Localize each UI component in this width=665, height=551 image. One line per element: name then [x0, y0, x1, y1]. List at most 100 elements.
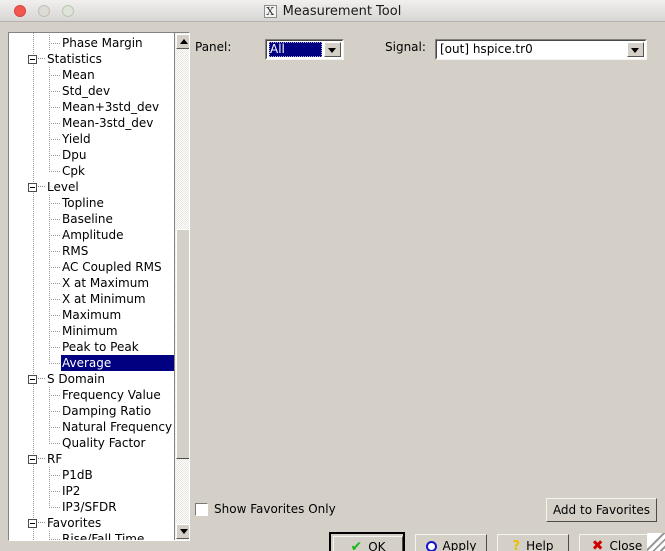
tree-item[interactable]: Average [9, 355, 174, 371]
tree-item[interactable]: IP3/SFDR [9, 499, 174, 515]
tree-item-label: Mean-3std_dev [62, 116, 154, 130]
tree-group-node[interactable]: S Domain [9, 371, 174, 387]
tree-item-label: Maximum [62, 308, 122, 322]
tree-item[interactable]: Baseline [9, 211, 174, 227]
yellow-question-icon: ? [512, 538, 521, 551]
tree-item[interactable]: Minimum [9, 323, 174, 339]
signal-label: Signal: [385, 40, 426, 54]
tree-item[interactable]: X at Minimum [9, 291, 174, 307]
tree-item[interactable]: P1dB [9, 467, 174, 483]
show-favorites-only-checkbox[interactable] [195, 502, 208, 516]
triangle-down-icon [180, 529, 188, 534]
tree-item[interactable]: Topline [9, 195, 174, 211]
measurement-tool-window: X Measurement Tool Phase Margin Statistic… [0, 0, 665, 551]
tree-item-label: Std_dev [62, 84, 111, 98]
tree-connector-line [49, 299, 60, 300]
triangle-up-icon [180, 39, 188, 44]
tree-item[interactable]: Mean+3std_dev [9, 99, 174, 115]
tree-item[interactable]: Frequency Value [9, 387, 174, 403]
tree-vertical-scrollbar[interactable] [174, 33, 189, 540]
tree-collapse-icon[interactable] [28, 183, 37, 192]
help-button[interactable]: ? Help [497, 534, 569, 551]
tree-item[interactable]: Damping Ratio [9, 403, 174, 419]
tree-connector-line [49, 331, 60, 332]
scroll-up-button[interactable] [176, 34, 189, 49]
tree-connector-line [38, 186, 46, 187]
tree-connector-line [49, 163, 50, 171]
close-button[interactable]: ✖ Close [579, 534, 655, 551]
tree-item[interactable]: RMS [9, 243, 174, 259]
tree-item[interactable]: Mean-3std_dev [9, 115, 174, 131]
tree-group-node[interactable]: Statistics [9, 51, 174, 67]
tree-item-label: Quality Factor [62, 436, 146, 450]
tree-item[interactable]: Quality Factor [9, 435, 174, 451]
maximize-window-button[interactable] [62, 5, 74, 17]
tree-item-label: X at Maximum [62, 276, 150, 290]
tree-collapse-icon[interactable] [28, 375, 37, 384]
tree-connector-line [49, 539, 60, 540]
tree-collapse-icon[interactable] [28, 55, 37, 64]
tree-connector-line [49, 315, 60, 316]
tree-item-label: Frequency Value [62, 388, 161, 402]
tree-connector-line [49, 363, 60, 364]
ok-button[interactable]: ✔ OK [333, 536, 403, 551]
tree-item[interactable]: Maximum [9, 307, 174, 323]
tree-connector-line [49, 75, 60, 76]
tree-item[interactable]: Phase Margin [9, 35, 174, 51]
tree-item-label: Topline [62, 196, 104, 210]
tree-collapse-icon[interactable] [28, 455, 37, 464]
panel-field-row: Panel: [195, 40, 231, 54]
green-check-icon: ✔ [350, 539, 363, 551]
tree-item-label: Minimum [62, 324, 118, 338]
tree-connector-line [49, 203, 60, 204]
tree-group-node[interactable]: Favorites [9, 515, 174, 531]
tree-collapse-icon[interactable] [28, 519, 37, 528]
tree-item[interactable]: X at Maximum [9, 275, 174, 291]
tree-connector-line [49, 107, 60, 108]
apply-button[interactable]: Apply [415, 534, 487, 551]
tree-connector-line [49, 435, 50, 443]
tree-item[interactable]: Cpk [9, 163, 174, 179]
tree-item[interactable]: Dpu [9, 147, 174, 163]
tree-item[interactable]: Std_dev [9, 83, 174, 99]
panel-select-chevron-down-icon[interactable] [324, 42, 341, 57]
panel-select[interactable]: All [265, 39, 344, 60]
tree-item-label: Damping Ratio [62, 404, 152, 418]
close-window-button[interactable] [14, 5, 26, 17]
tree-item-label: Average [62, 356, 112, 370]
tree-connector-line [49, 395, 60, 396]
tree-connector-line [49, 139, 60, 140]
panel-select-value: All [270, 42, 285, 56]
tree-item[interactable]: Rise/Fall Time [9, 531, 174, 540]
tree-group-node[interactable]: Level [9, 179, 174, 195]
scrollbar-thumb[interactable] [176, 229, 189, 459]
tree-item[interactable]: Mean [9, 67, 174, 83]
signal-select-chevron-down-icon[interactable] [627, 42, 644, 57]
tree-connector-line [49, 219, 60, 220]
tree-item[interactable]: IP2 [9, 483, 174, 499]
settings-pane: Panel: All Signal: [out] hspice.tr0 [195, 32, 657, 541]
signal-select-value: [out] hspice.tr0 [440, 42, 533, 56]
tree-item[interactable]: Amplitude [9, 227, 174, 243]
tree-connector-line [49, 491, 60, 492]
tree-connector-line [49, 355, 50, 363]
panel-label: Panel: [195, 40, 232, 54]
scroll-down-button[interactable] [176, 524, 189, 539]
tree-item[interactable]: Peak to Peak [9, 339, 174, 355]
tree-item[interactable]: Yield [9, 131, 174, 147]
help-button-label: Help [526, 539, 554, 551]
tree-group-node[interactable]: RF [9, 451, 174, 467]
tree-connector-line [49, 267, 60, 268]
tree-item-label: X at Minimum [62, 292, 146, 306]
tree-connector-line [49, 251, 60, 252]
ok-button-label: OK [368, 540, 386, 551]
measurement-tree[interactable]: Phase Margin Statistics Mean Std_dev Mean+3s… [9, 33, 174, 540]
close-button-label: Close [609, 539, 643, 551]
tree-item[interactable]: Natural Frequency [9, 419, 174, 435]
add-to-favorites-button[interactable]: Add to Favorites [546, 498, 657, 522]
minimize-window-button[interactable] [38, 5, 50, 17]
signal-select[interactable]: [out] hspice.tr0 [435, 39, 647, 60]
tree-item[interactable]: AC Coupled RMS [9, 259, 174, 275]
tree-connector-line [49, 155, 60, 156]
resize-grip-icon[interactable] [647, 533, 665, 551]
